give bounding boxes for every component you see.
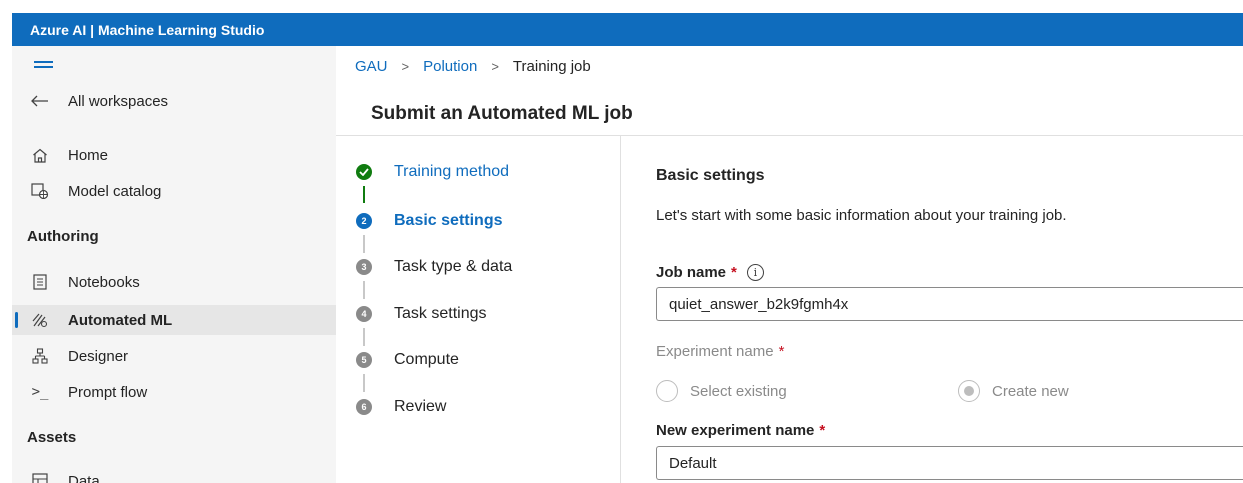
section-authoring: Authoring bbox=[27, 228, 99, 245]
sidebar-item-home[interactable]: Home bbox=[12, 140, 336, 170]
breadcrumb-separator: > bbox=[401, 59, 410, 74]
radio-create-new[interactable]: Create new bbox=[958, 380, 1069, 402]
radio-circle-icon bbox=[656, 380, 678, 402]
step-number: 2 bbox=[356, 213, 372, 229]
step-label: Basic settings bbox=[394, 212, 503, 229]
basic-settings-form: Basic settings Let's start with some bas… bbox=[621, 136, 1243, 483]
sidebar-item-model-catalog[interactable]: Model catalog bbox=[12, 176, 336, 206]
step-connector bbox=[363, 374, 365, 392]
required-marker: * bbox=[819, 422, 826, 439]
sidebar-item-label: Prompt flow bbox=[68, 383, 148, 401]
designer-icon bbox=[29, 348, 51, 364]
form-heading: Basic settings bbox=[656, 167, 765, 184]
radio-label: Select existing bbox=[690, 382, 787, 400]
sidebar-item-label: Notebooks bbox=[68, 273, 140, 291]
step-label: Task type & data bbox=[394, 258, 513, 275]
radio-selected-icon bbox=[958, 380, 980, 402]
field-label-text: Job name bbox=[656, 264, 727, 281]
prompt-icon: >_ bbox=[31, 384, 49, 400]
step-connector bbox=[363, 235, 365, 253]
step-number: 4 bbox=[356, 306, 372, 322]
required-marker: * bbox=[778, 343, 785, 360]
sidebar-item-label: Automated ML bbox=[68, 311, 173, 329]
home-icon bbox=[29, 148, 51, 163]
step-label: Compute bbox=[394, 351, 459, 368]
selection-indicator bbox=[15, 312, 18, 328]
step-training-method[interactable]: Training method bbox=[356, 160, 509, 184]
data-icon bbox=[29, 473, 51, 483]
section-assets: Assets bbox=[27, 429, 77, 446]
page-title: Submit an Automated ML job bbox=[371, 103, 633, 124]
step-connector bbox=[363, 281, 365, 299]
sidebar-item-label: All workspaces bbox=[68, 92, 169, 110]
checkmark-icon bbox=[356, 164, 372, 180]
sidebar-item-label: Designer bbox=[68, 347, 129, 365]
sidebar-item-label: Model catalog bbox=[68, 182, 162, 200]
sidebar-item-prompt-flow[interactable]: >_ Prompt flow bbox=[12, 377, 336, 407]
sidebar-item-designer[interactable]: Designer bbox=[12, 341, 336, 371]
app-title: Azure AI | Machine Learning Studio bbox=[30, 22, 265, 38]
step-connector bbox=[363, 328, 365, 346]
radio-select-existing[interactable]: Select existing bbox=[656, 380, 787, 402]
step-task-type-data[interactable]: 3 Task type & data bbox=[356, 255, 512, 279]
step-basic-settings[interactable]: 2 Basic settings bbox=[356, 209, 502, 233]
field-label-text: Experiment name bbox=[656, 343, 774, 360]
step-task-settings[interactable]: 4 Task settings bbox=[356, 302, 486, 326]
app-header: Azure AI | Machine Learning Studio bbox=[12, 13, 1243, 46]
experiment-name-label: Experiment name * bbox=[656, 343, 784, 360]
job-name-input[interactable]: quiet_answer_b2k9fgmh4x bbox=[656, 287, 1243, 321]
step-number: 6 bbox=[356, 399, 372, 415]
sidebar-item-automated-ml[interactable]: Automated ML bbox=[12, 305, 336, 335]
step-number: 5 bbox=[356, 352, 372, 368]
sidebar-item-data[interactable]: Data bbox=[12, 466, 336, 483]
automated-ml-icon bbox=[29, 312, 51, 328]
breadcrumb-item-experiment[interactable]: Polution bbox=[423, 58, 477, 75]
field-label-text: New experiment name bbox=[656, 422, 815, 439]
required-marker: * bbox=[731, 264, 737, 281]
new-experiment-name-label: New experiment name * bbox=[656, 422, 825, 439]
sidebar-item-label: Home bbox=[68, 146, 109, 164]
step-number: 3 bbox=[356, 259, 372, 275]
sidebar-item-label: Data bbox=[68, 472, 100, 483]
breadcrumb-item-workspace[interactable]: GAU bbox=[355, 58, 388, 75]
step-label: Task settings bbox=[394, 305, 487, 322]
sidebar-item-all-workspaces[interactable]: All workspaces bbox=[12, 86, 336, 116]
step-review[interactable]: 6 Review bbox=[356, 395, 446, 419]
step-label: Training method bbox=[394, 163, 510, 180]
step-compute[interactable]: 5 Compute bbox=[356, 348, 459, 372]
step-label: Review bbox=[394, 398, 447, 415]
new-experiment-name-input[interactable]: Default bbox=[656, 446, 1243, 480]
notebook-icon bbox=[29, 274, 51, 290]
breadcrumb: GAU > Polution > Training job bbox=[355, 58, 591, 75]
step-connector bbox=[363, 186, 365, 203]
main-content: GAU > Polution > Training job Submit an … bbox=[336, 46, 1243, 483]
menu-icon[interactable] bbox=[34, 61, 53, 71]
breadcrumb-item-current: Training job bbox=[512, 58, 591, 75]
form-description: Let's start with some basic information … bbox=[656, 207, 1067, 224]
sidebar-item-notebooks[interactable]: Notebooks bbox=[12, 267, 336, 297]
info-icon[interactable]: i bbox=[746, 264, 764, 281]
sidebar: All workspaces Home Model catalog Author… bbox=[12, 46, 336, 483]
model-catalog-icon bbox=[29, 183, 51, 199]
breadcrumb-separator: > bbox=[491, 59, 499, 74]
wizard-steps: Training method 2 Basic settings 3 Task … bbox=[336, 136, 620, 483]
job-name-label: Job name * i bbox=[656, 264, 764, 281]
radio-label: Create new bbox=[992, 382, 1069, 400]
back-arrow-icon bbox=[29, 95, 51, 107]
